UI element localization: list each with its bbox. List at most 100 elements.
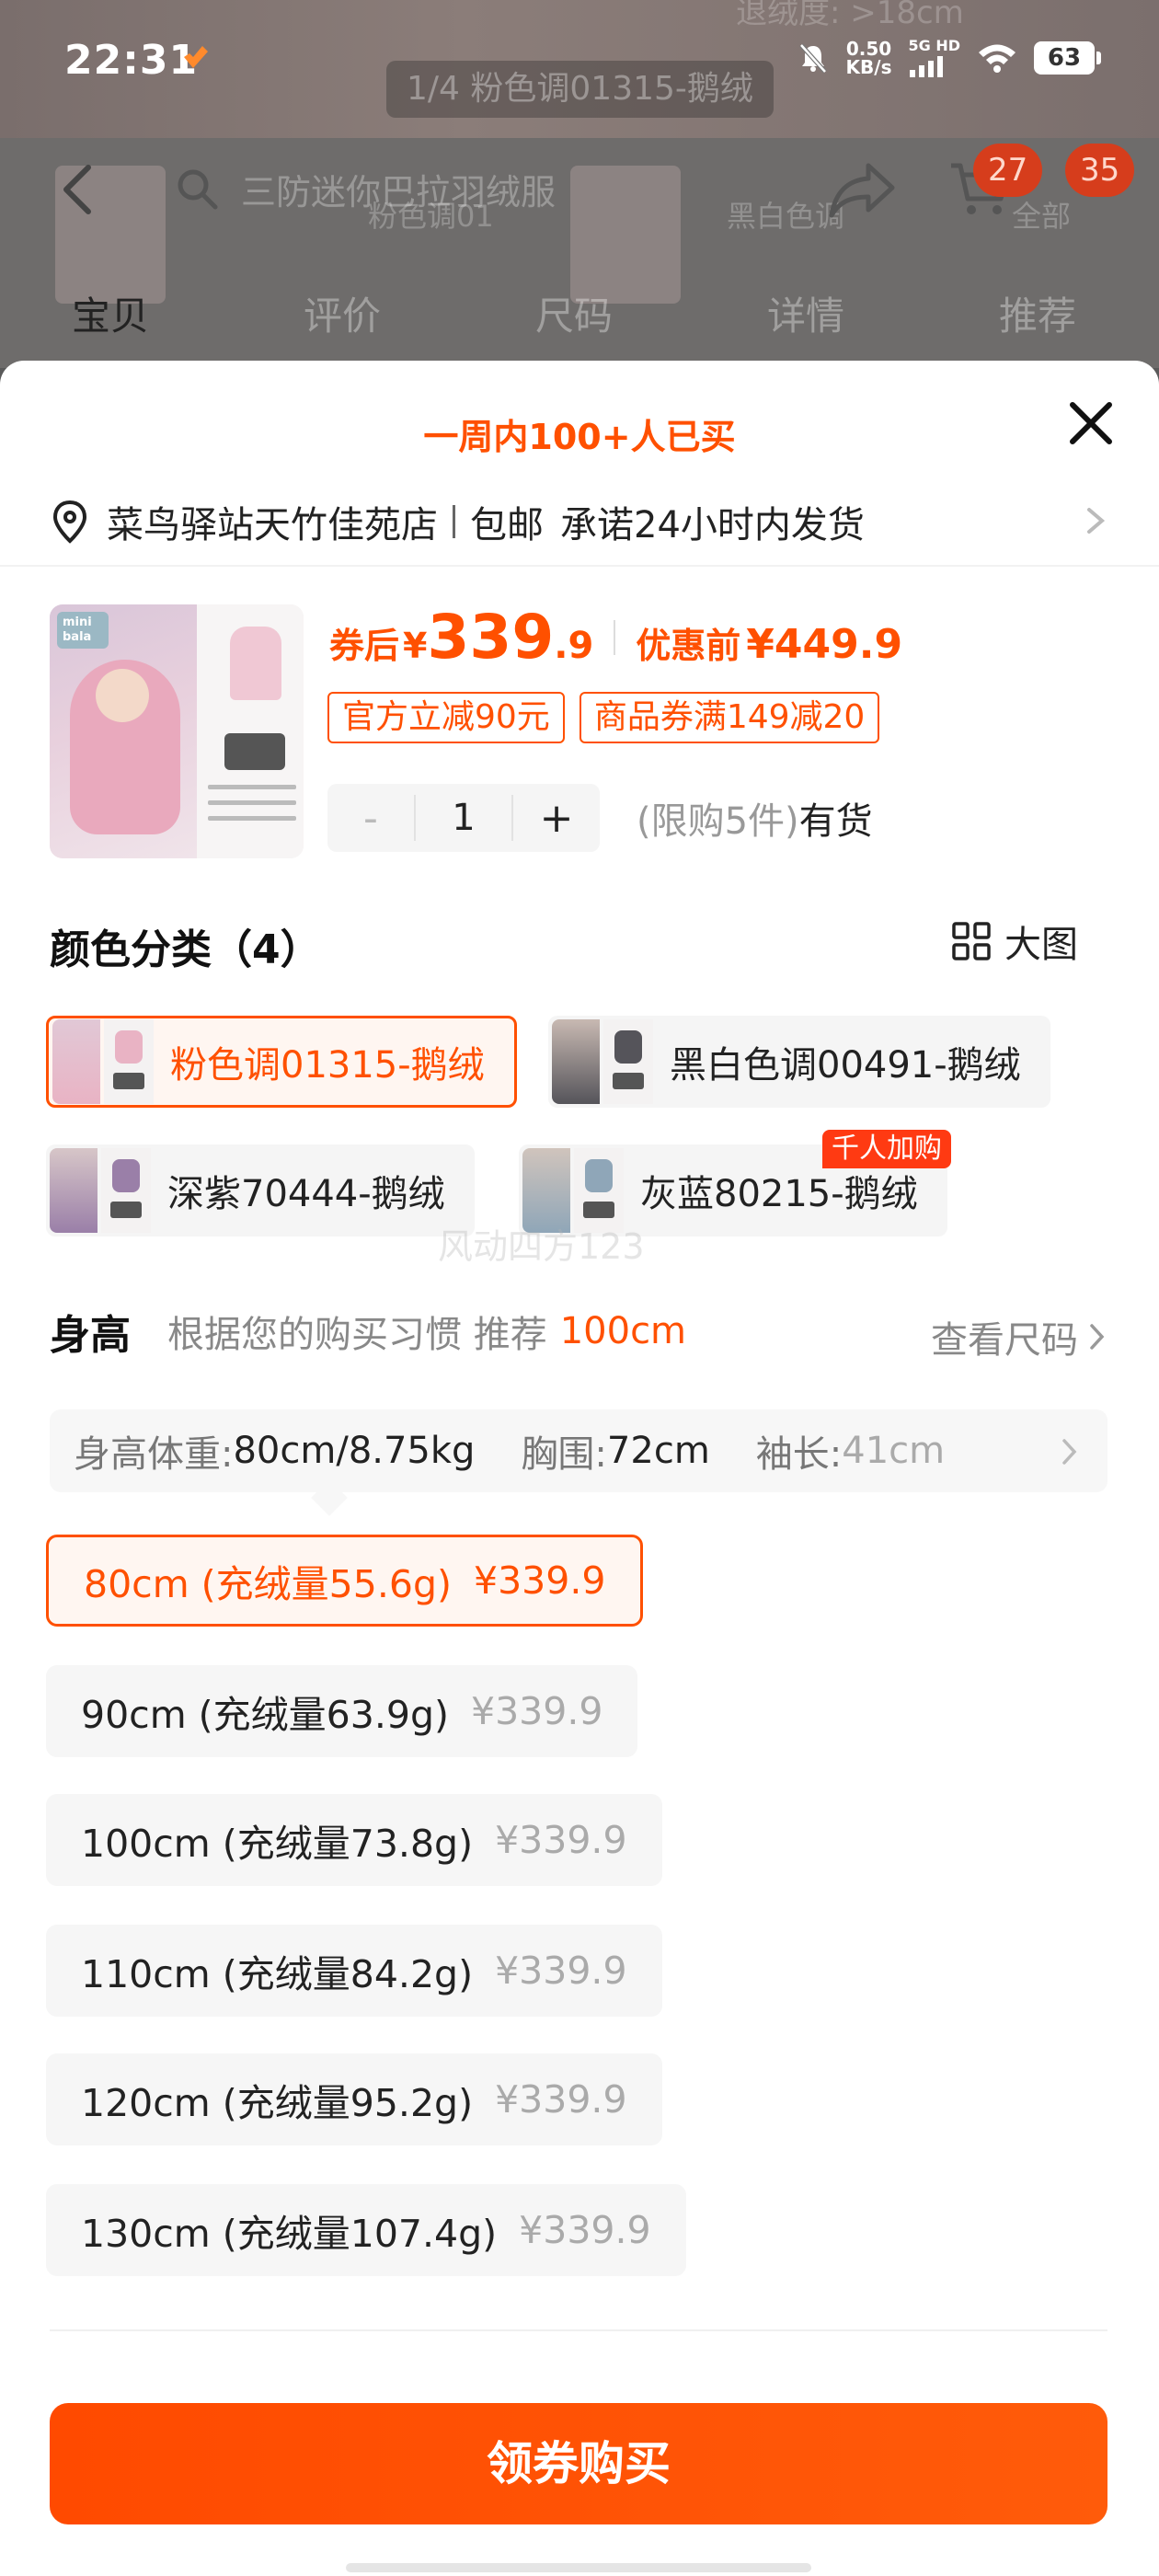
size-option-price: ¥339.9 — [495, 1949, 627, 1993]
battery-indicator: 63 — [1034, 41, 1101, 75]
fabric-swatch — [224, 733, 285, 770]
mute-bell-icon — [798, 43, 827, 74]
size-option-price: ¥339.9 — [495, 2077, 627, 2122]
sku-selection-sheet: 一周内100+人已买 菜鸟驿站天竹佳苑店 包邮 承诺24小时内发货 mini b… — [0, 361, 1159, 2576]
tab-details[interactable]: 详情 — [767, 285, 844, 341]
color-thumbnail — [50, 1148, 151, 1233]
brand-logo: mini bala — [57, 612, 109, 649]
size-option-label: 130cm (充绒量107.4g) — [81, 2212, 498, 2256]
price-label: 券后 — [329, 626, 400, 666]
height-section-title: 身高 — [50, 1312, 131, 1359]
message-count-badge: 35 — [1065, 144, 1135, 197]
shipping-promise: 承诺24小时内发货 — [560, 504, 865, 546]
original-price-label: 优惠前 — [636, 626, 741, 666]
size-option-110[interactable]: 110cm (充绒量84.2g) ¥339.9 — [46, 1925, 662, 2017]
size-option-price: ¥339.9 — [471, 1689, 603, 1733]
search-icon — [178, 169, 218, 210]
location-pin-icon — [52, 500, 87, 544]
status-indicators: 0.50 KB/s 5G HD 63 — [797, 39, 1101, 77]
big-image-toggle[interactable]: 大图 — [951, 914, 1078, 968]
claim-coupon-buy-button[interactable]: 领券购买 — [50, 2403, 1107, 2524]
measure-key: 袖长: — [755, 1433, 843, 1476]
wifi-icon — [979, 44, 1016, 73]
tab-item[interactable]: 宝贝 — [72, 285, 149, 341]
purchase-limit: (限购5件) — [637, 800, 799, 843]
signal-group: 5G HD — [908, 39, 960, 77]
quantity-plus-button[interactable]: + — [513, 795, 600, 842]
color-option-pink[interactable]: 粉色调01315-鹅绒 — [46, 1016, 517, 1108]
size-option-label: 90cm (充绒量63.9g) — [81, 1693, 449, 1737]
product-nav-bar: 三防迷你巴拉羽绒服 27 35 — [0, 138, 1159, 239]
size-option-label: 120cm (充绒量95.2g) — [81, 2081, 474, 2125]
price-row: 券后 ¥ 339 .9 优惠前 ¥449.9 — [329, 602, 902, 673]
size-option-90[interactable]: 90cm (充绒量63.9g) ¥339.9 — [46, 1665, 638, 1757]
search-bar[interactable]: 三防迷你巴拉羽绒服 — [175, 160, 837, 217]
shipping-text: 包邮 — [470, 504, 544, 546]
size-option-80[interactable]: 80cm (充绒量55.6g) ¥339.9 — [46, 1535, 644, 1627]
stock-text: 有货 — [798, 800, 873, 843]
stock-status: (限购5件)有货 — [637, 791, 873, 845]
quantity-minus-button[interactable]: - — [327, 795, 414, 842]
watermark: 风动四方123 — [438, 1226, 645, 1267]
network-speed: 0.50 KB/s — [846, 40, 892, 76]
delivery-info-row[interactable]: 菜鸟驿站天竹佳苑店 包邮 承诺24小时内发货 — [52, 489, 1109, 554]
size-option-130[interactable]: 130cm (充绒量107.4g) ¥339.9 — [46, 2184, 686, 2276]
coupon-tags: 官方立减90元 商品券满149减20 — [327, 692, 880, 743]
size-guide-link[interactable]: 查看尺码 — [931, 1310, 1107, 1363]
size-option-price: ¥339.9 — [519, 2208, 651, 2252]
size-option-120[interactable]: 120cm (充绒量95.2g) ¥339.9 — [46, 2053, 662, 2145]
popular-badge: 千人加购 — [822, 1130, 951, 1168]
big-image-label: 大图 — [1004, 924, 1078, 966]
back-arrow-icon[interactable] — [55, 162, 101, 217]
measure-key: 胸围: — [521, 1433, 607, 1476]
spec-lines — [208, 785, 296, 832]
price-integer: 339 — [427, 602, 555, 673]
color-thumbnail — [552, 1019, 653, 1104]
height-recommend-hint: 根据您的购买习惯 推荐 — [167, 1314, 547, 1356]
size-option-label: 100cm (充绒量73.8g) — [81, 1822, 474, 1866]
model-face — [96, 669, 149, 722]
height-section-header: 身高 根据您的购买习惯 推荐 100cm 查看尺码 — [50, 1299, 1107, 1363]
product-tabs: 宝贝 评价 尺码 详情 推荐 — [0, 276, 1159, 350]
product-thumbnail[interactable]: mini bala — [50, 604, 304, 858]
size-option-100[interactable]: 100cm (充绒量73.8g) ¥339.9 — [46, 1794, 662, 1886]
size-option-price: ¥339.9 — [474, 1558, 606, 1603]
footer-divider — [50, 2329, 1107, 2331]
network-speed-value: 0.50 — [845, 38, 892, 60]
measure-key: 身高体重: — [74, 1433, 234, 1476]
quantity-input[interactable]: 1 — [414, 795, 513, 841]
measure-value: 80cm/8.75kg — [233, 1430, 476, 1472]
measure-value: 72cm — [606, 1430, 710, 1472]
signal-bars-icon — [910, 56, 944, 77]
height-recommend-value: 100cm — [559, 1310, 687, 1352]
tab-reviews[interactable]: 评价 — [304, 285, 381, 341]
size-measurement-bar[interactable]: 身高体重: 80cm/8.75kg 胸围: 72cm 袖长: 41cm — [50, 1409, 1107, 1492]
network-speed-unit: KB/s — [845, 56, 892, 78]
home-indicator[interactable] — [346, 2563, 811, 2572]
coupon-tag: 商品券满149减20 — [579, 692, 880, 743]
color-option-label: 深紫70444-鹅绒 — [167, 1173, 445, 1215]
delivery-separator — [453, 505, 455, 538]
tab-recommend[interactable]: 推荐 — [999, 285, 1076, 341]
size-guide-label: 查看尺码 — [931, 1319, 1078, 1362]
coupon-tag: 官方立减90元 — [327, 692, 565, 743]
status-bar: 22:31 0.50 KB/s 5G HD 63 — [0, 0, 1159, 120]
size-option-price: ¥339.9 — [495, 1818, 627, 1862]
color-option-deep-purple[interactable]: 深紫70444-鹅绒 — [46, 1144, 475, 1236]
share-icon[interactable] — [828, 160, 898, 219]
original-price: ¥449.9 — [746, 621, 903, 668]
delivery-location: 菜鸟驿站天竹佳苑店 — [107, 504, 438, 546]
quantity-stepper: - 1 + — [327, 784, 600, 852]
grid-view-icon — [952, 922, 991, 960]
color-option-black-white[interactable]: 黑白色调00491-鹅绒 — [548, 1016, 1050, 1108]
size-option-label: 80cm (充绒量55.6g) — [84, 1562, 452, 1606]
cart-count-badge: 27 — [973, 144, 1043, 197]
color-option-label: 粉色调01315-鹅绒 — [170, 1044, 485, 1087]
sales-count-text: 一周内100+人已买 — [423, 417, 736, 457]
tab-size[interactable]: 尺码 — [535, 285, 613, 341]
status-time: 22:31 — [64, 37, 199, 84]
color-section-title: 颜色分类（4） — [50, 926, 321, 973]
color-option-label: 灰蓝80215-鹅绒 — [640, 1173, 918, 1215]
app-notification-icon — [184, 46, 208, 68]
close-icon[interactable] — [1065, 397, 1117, 449]
